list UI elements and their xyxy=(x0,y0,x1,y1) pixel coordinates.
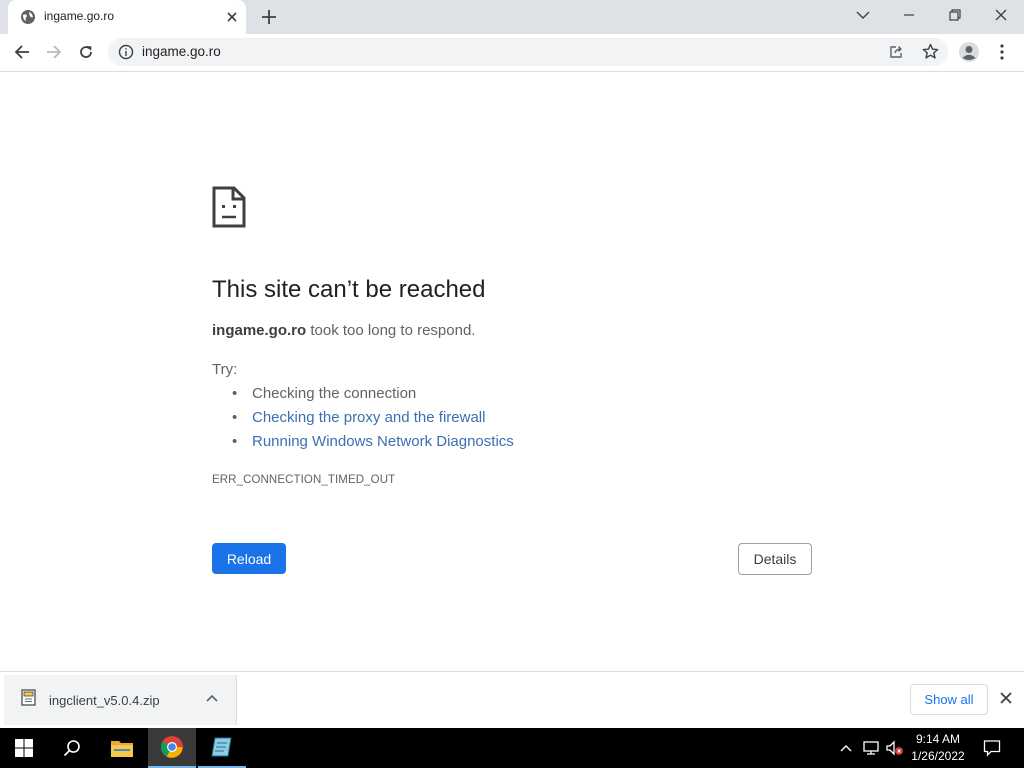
browser-tab[interactable]: ingame.go.ro xyxy=(8,0,246,34)
restore-button[interactable] xyxy=(932,0,978,30)
chrome-icon xyxy=(161,736,183,758)
sad-page-icon xyxy=(212,186,246,228)
address-bar[interactable]: ingame.go.ro xyxy=(108,38,948,66)
refresh-icon xyxy=(80,46,92,58)
error-code: ERR_CONNECTION_TIMED_OUT xyxy=(212,474,396,486)
bookmark-star-icon[interactable] xyxy=(922,43,939,60)
plus-icon xyxy=(262,10,276,24)
avatar-icon xyxy=(959,42,979,62)
tab-title: ingame.go.ro xyxy=(44,9,115,23)
new-tab-button[interactable] xyxy=(259,7,279,27)
app-taskbar-button[interactable] xyxy=(198,728,246,768)
show-all-button[interactable]: Show all xyxy=(910,684,988,715)
back-button[interactable] xyxy=(10,40,34,64)
suggestion-item: • Checking the proxy and the firewall xyxy=(232,409,486,426)
search-button[interactable] xyxy=(48,728,96,768)
globe-icon xyxy=(20,9,36,25)
start-button[interactable] xyxy=(0,728,48,768)
suggestion-text: Checking the connection xyxy=(252,385,417,402)
forward-button[interactable] xyxy=(42,40,66,64)
chevron-up-icon[interactable] xyxy=(204,691,220,707)
error-description-text: took too long to respond. xyxy=(306,322,476,339)
tray-chevron-up-icon[interactable] xyxy=(838,740,854,756)
kebab-menu-icon xyxy=(1000,44,1004,60)
menu-button[interactable] xyxy=(990,40,1014,64)
system-clock[interactable]: 9:14 AM 1/26/2022 xyxy=(905,731,971,765)
network-icon[interactable] xyxy=(862,739,880,757)
folder-icon xyxy=(111,741,133,757)
volume-muted-icon[interactable] xyxy=(885,739,905,757)
download-file-name: ingclient_v5.0.4.zip xyxy=(49,693,160,708)
arrow-right-icon xyxy=(47,45,62,59)
close-tab-icon[interactable] xyxy=(224,9,240,25)
url-text: ingame.go.ro xyxy=(142,44,221,59)
clock-time: 9:14 AM xyxy=(915,732,961,746)
reload-toolbar-button[interactable] xyxy=(74,40,98,64)
error-host: ingame.go.ro xyxy=(212,322,307,339)
close-window-button[interactable] xyxy=(978,0,1024,30)
reload-button[interactable]: Reload xyxy=(212,543,286,574)
proxy-firewall-link[interactable]: Checking the proxy and the firewall xyxy=(252,409,485,426)
close-icon xyxy=(995,9,1007,21)
error-description: ingame.go.ro took too long to respond. xyxy=(212,322,475,339)
restore-icon xyxy=(949,9,961,21)
zip-file-icon xyxy=(20,689,38,707)
suggestion-item: • Checking the connection xyxy=(232,385,417,402)
download-item[interactable]: ingclient_v5.0.4.zip xyxy=(4,675,237,725)
search-icon xyxy=(63,740,80,757)
minimize-icon xyxy=(904,14,914,16)
chevron-down-icon xyxy=(856,11,870,19)
network-diagnostics-link[interactable]: Running Windows Network Diagnostics xyxy=(252,433,514,450)
arrow-left-icon xyxy=(14,45,29,59)
try-label: Try: xyxy=(212,361,238,378)
file-explorer-button[interactable] xyxy=(98,728,146,768)
info-icon[interactable] xyxy=(118,44,134,60)
notification-icon[interactable] xyxy=(983,739,1001,757)
suggestion-item: • Running Windows Network Diagnostics xyxy=(232,433,514,450)
error-title: This site can’t be reached xyxy=(212,276,486,303)
notepad-app-icon xyxy=(211,737,232,757)
windows-logo-icon xyxy=(15,739,33,757)
clock-date: 1/26/2022 xyxy=(911,749,965,763)
share-icon[interactable] xyxy=(888,44,904,60)
minimize-button[interactable] xyxy=(886,0,932,30)
close-shelf-icon[interactable] xyxy=(998,690,1014,706)
details-button[interactable]: Details xyxy=(738,543,812,575)
profile-button[interactable] xyxy=(957,40,981,64)
chrome-taskbar-button[interactable] xyxy=(148,728,196,768)
tab-search-button[interactable] xyxy=(840,0,886,30)
